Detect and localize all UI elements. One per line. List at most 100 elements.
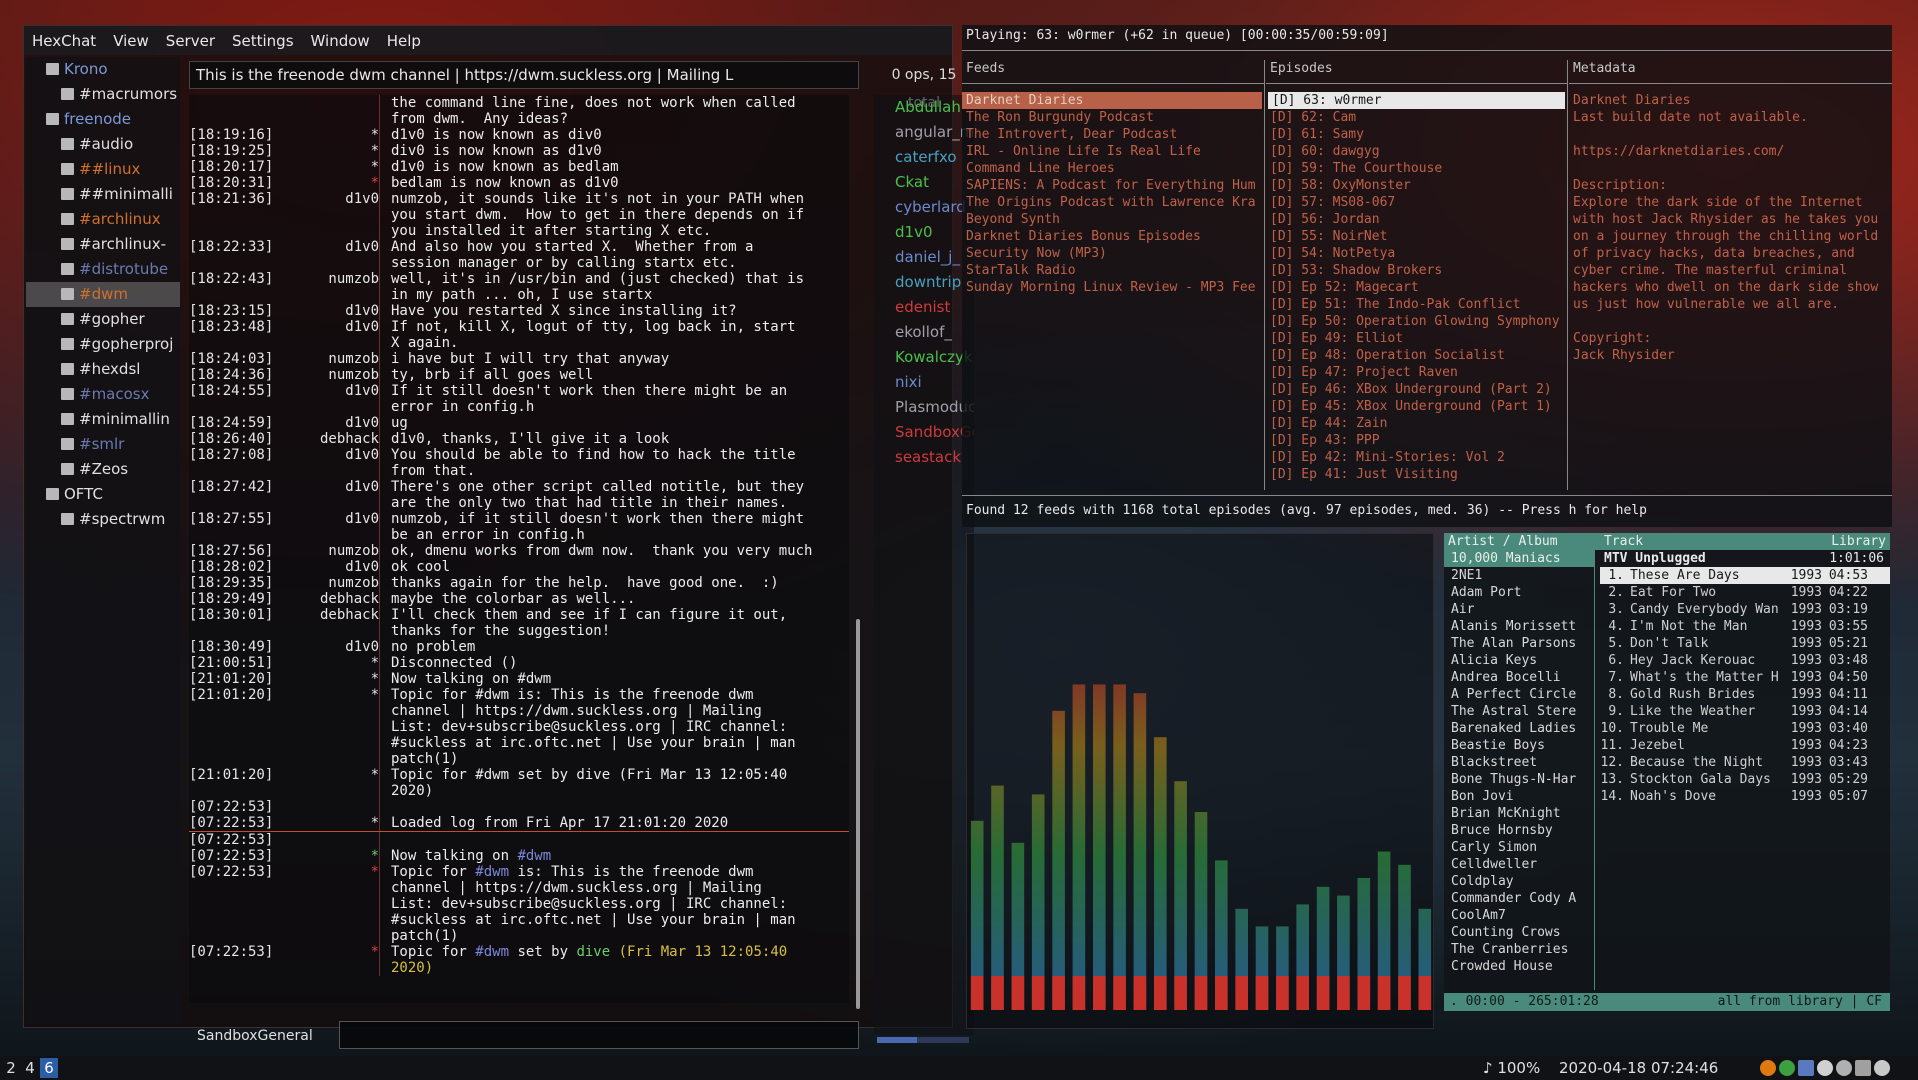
message-nick[interactable]: d1v0 — [279, 191, 379, 239]
episode-item[interactable]: [D] Ep 48: Operation Socialist — [1266, 347, 1567, 364]
artist-item[interactable]: Barenaked Ladies — [1444, 720, 1594, 737]
artist-item[interactable]: Blackstreet — [1444, 754, 1594, 771]
episode-item[interactable]: [D] 54: NotPetya — [1266, 245, 1567, 262]
message-nick[interactable]: debhack — [279, 591, 379, 607]
network-icon[interactable] — [1779, 1060, 1795, 1076]
message-nick[interactable]: d1v0 — [279, 383, 379, 415]
power-icon[interactable] — [1874, 1060, 1890, 1076]
episode-item[interactable]: [D] 55: NoirNet — [1266, 228, 1567, 245]
artist-item[interactable]: Beastie Boys — [1444, 737, 1594, 754]
episode-item[interactable]: [D] Ep 44: Zain — [1266, 415, 1567, 432]
tree-channel[interactable]: #archlinux- — [26, 232, 180, 257]
user-list-item[interactable]: Abdullah — [874, 95, 974, 120]
message-nick[interactable]: * — [279, 864, 379, 944]
message-nick[interactable]: d1v0 — [279, 303, 379, 319]
episode-item[interactable]: [D] Ep 51: The Indo-Pak Conflict — [1266, 296, 1567, 313]
clipboard-icon[interactable] — [1855, 1060, 1871, 1076]
feed-item[interactable]: The Origins Podcast with Lawrence Kra — [962, 194, 1264, 211]
message-nick[interactable]: * — [279, 687, 379, 767]
tree-channel[interactable]: #Zeos — [26, 457, 180, 482]
episode-item[interactable]: [D] Ep 43: PPP — [1266, 432, 1567, 449]
user-list-item[interactable]: daniel_j_ — [874, 245, 974, 270]
feed-item[interactable]: Beyond Synth — [962, 211, 1264, 228]
message-nick[interactable]: * — [279, 127, 379, 143]
tree-channel[interactable]: #hexdsl — [26, 357, 180, 382]
message-nick[interactable] — [279, 799, 379, 815]
speaker-icon[interactable] — [1836, 1060, 1852, 1076]
episode-item[interactable]: [D] 53: Shadow Brokers — [1266, 262, 1567, 279]
user-list-item[interactable]: Kowalczyk — [874, 345, 974, 370]
message-nick[interactable]: * — [279, 815, 379, 831]
episode-item[interactable]: [D] 60: dawgyg — [1266, 143, 1567, 160]
tree-channel[interactable]: #smlr — [26, 432, 180, 457]
menu-item[interactable]: HexChat — [32, 32, 96, 50]
track-row[interactable]: 9. Like the Weather 1993 04:14 — [1600, 703, 1890, 720]
tree-network[interactable]: Krono — [26, 57, 180, 82]
tree-channel[interactable]: #gopherproj — [26, 332, 180, 357]
user-list-item[interactable]: cyberlard — [874, 195, 974, 220]
message-nick[interactable]: * — [279, 767, 379, 799]
menu-item[interactable]: Server — [166, 32, 215, 50]
artist-item[interactable]: Commander Cody A — [1444, 890, 1594, 907]
message-nick[interactable]: debhack — [279, 607, 379, 639]
episode-item[interactable]: [D] Ep 52: Magecart — [1266, 279, 1567, 296]
message-nick[interactable]: d1v0 — [279, 319, 379, 351]
tree-network[interactable]: freenode — [26, 107, 180, 132]
message-nick[interactable]: * — [279, 848, 379, 864]
tree-channel[interactable]: #dwm — [26, 282, 180, 307]
message-nick[interactable]: * — [279, 175, 379, 191]
artist-item[interactable]: 2NE1 — [1444, 567, 1594, 584]
track-row[interactable]: 12. Because the Night 1993 03:43 — [1600, 754, 1890, 771]
tree-channel[interactable]: #gopher — [26, 307, 180, 332]
artist-item[interactable]: CoolAm7 — [1444, 907, 1594, 924]
tree-channel[interactable]: #audio — [26, 132, 180, 157]
message-nick[interactable]: numzob — [279, 367, 379, 383]
artist-item[interactable]: Bon Jovi — [1444, 788, 1594, 805]
message-nick[interactable]: d1v0 — [279, 239, 379, 271]
artist-item[interactable]: Alicia Keys — [1444, 652, 1594, 669]
menu-item[interactable]: View — [113, 32, 149, 50]
album-row[interactable]: MTV Unplugged 1:01:06 — [1600, 550, 1890, 567]
user-list-item[interactable]: downtrip — [874, 270, 974, 295]
track-row[interactable]: 10. Trouble Me 1993 03:40 — [1600, 720, 1890, 737]
artist-item[interactable]: Coldplay — [1444, 873, 1594, 890]
message-nick[interactable]: numzob — [279, 575, 379, 591]
user-list-item[interactable]: Ckat — [874, 170, 974, 195]
user-list-item[interactable]: caterfxo — [874, 145, 974, 170]
feed-item[interactable]: IRL - Online Life Is Real Life — [962, 143, 1264, 160]
tree-channel[interactable]: #archlinux — [26, 207, 180, 232]
nick-link[interactable]: dive — [576, 944, 610, 960]
track-row[interactable]: 7. What's the Matter H 1993 04:50 — [1600, 669, 1890, 686]
menu-item[interactable]: Help — [387, 32, 421, 50]
feed-item[interactable]: Sunday Morning Linux Review - MP3 Fee — [962, 279, 1264, 296]
episode-item[interactable]: [D] 58: OxyMonster — [1266, 177, 1567, 194]
episode-item[interactable]: [D] Ep 49: Elliot — [1266, 330, 1567, 347]
episode-item[interactable]: [D] 57: MS08-067 — [1266, 194, 1567, 211]
tree-channel[interactable]: #macrumors — [26, 82, 180, 107]
message-input[interactable] — [339, 1021, 859, 1049]
user-list-item[interactable]: edenist — [874, 295, 974, 320]
chat-scrollbar[interactable] — [854, 95, 862, 1009]
user-list-item[interactable]: SandboxGe — [874, 420, 974, 445]
feed-item[interactable]: StarTalk Radio — [962, 262, 1264, 279]
message-nick[interactable]: * — [279, 671, 379, 687]
tree-channel[interactable]: ##linux — [26, 157, 180, 182]
tree-channel[interactable]: #macosx — [26, 382, 180, 407]
user-list-item[interactable]: nixi — [874, 370, 974, 395]
track-row[interactable]: 2. Eat For Two 1993 04:22 — [1600, 584, 1890, 601]
track-row[interactable]: 4. I'm Not the Man 1993 03:55 — [1600, 618, 1890, 635]
episode-item[interactable]: [D] Ep 46: XBox Underground (Part 2) — [1266, 381, 1567, 398]
workspace-6[interactable]: 6 — [40, 1058, 58, 1078]
artist-item[interactable]: Bruce Hornsby — [1444, 822, 1594, 839]
message-nick[interactable]: d1v0 — [279, 559, 379, 575]
artist-item[interactable]: Brian McKnight — [1444, 805, 1594, 822]
artist-item[interactable]: The Astral Stere — [1444, 703, 1594, 720]
feed-item[interactable]: Command Line Heroes — [962, 160, 1264, 177]
user-list-item[interactable]: angular_m — [874, 120, 974, 145]
message-nick[interactable]: * — [279, 655, 379, 671]
message-nick[interactable]: d1v0 — [279, 447, 379, 479]
artist-item[interactable]: Crowded House — [1444, 958, 1594, 975]
episode-item[interactable]: [D] 61: Samy — [1266, 126, 1567, 143]
message-nick[interactable]: numzob — [279, 543, 379, 559]
episode-item[interactable]: [D] Ep 50: Operation Glowing Symphony — [1266, 313, 1567, 330]
